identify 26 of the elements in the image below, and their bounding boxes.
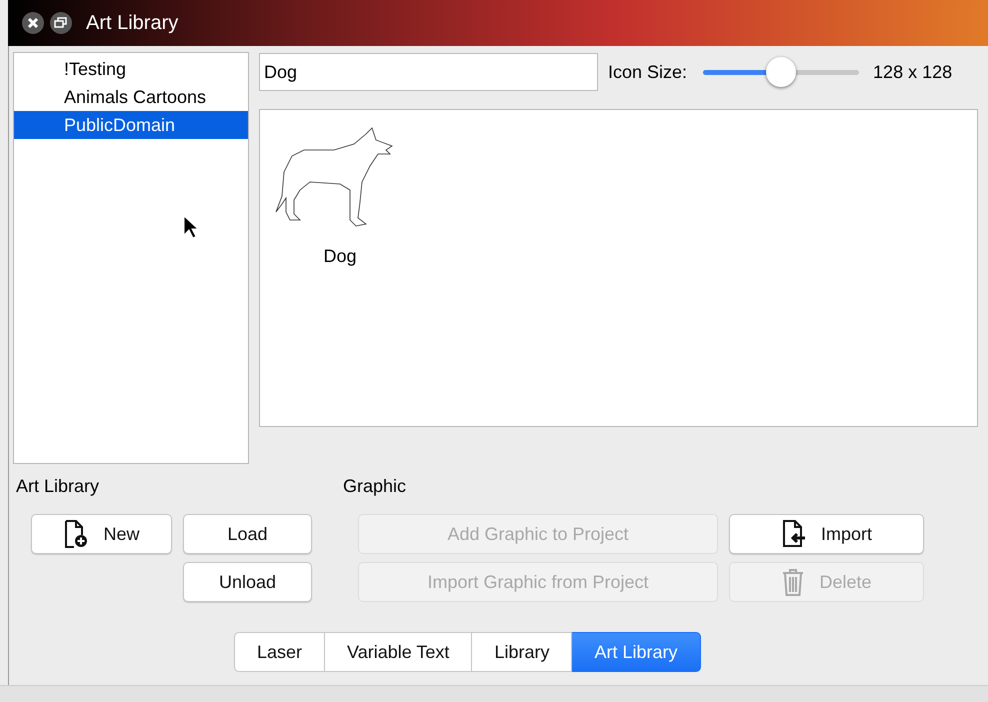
collection-item[interactable]: PublicDomain [14,111,248,139]
tab[interactable]: Library [472,632,572,672]
restore-icon[interactable] [50,12,72,34]
trash-icon [781,567,806,597]
action-button[interactable]: Load [183,514,312,554]
graphic-name: Dog [323,246,357,267]
tab[interactable]: Variable Text [325,632,472,672]
icon-size-slider[interactable] [703,57,860,87]
collection-item[interactable]: !Testing [14,55,248,83]
import-file-icon [780,519,807,549]
window-title: Art Library [86,12,178,34]
collection-item[interactable]: Animals Cartoons [14,83,248,111]
icon-size-reading: 128 x 128 [873,62,952,82]
action-button[interactable]: Unload [183,562,312,602]
slider-thumb[interactable] [766,57,796,87]
tab[interactable]: Art Library [572,632,700,672]
search-field[interactable]: Dog [259,53,598,91]
import-button[interactable]: Import [729,514,924,554]
cursor-icon [183,215,199,239]
new-button[interactable]: New [31,514,172,554]
close-icon[interactable] [22,12,44,34]
new-file-icon [63,519,90,549]
icon-size-label: Icon Size: [608,62,688,82]
section-heading: Graphic [343,476,406,498]
tab[interactable]: Laser [234,632,326,672]
section-heading: Art Library [15,476,100,498]
